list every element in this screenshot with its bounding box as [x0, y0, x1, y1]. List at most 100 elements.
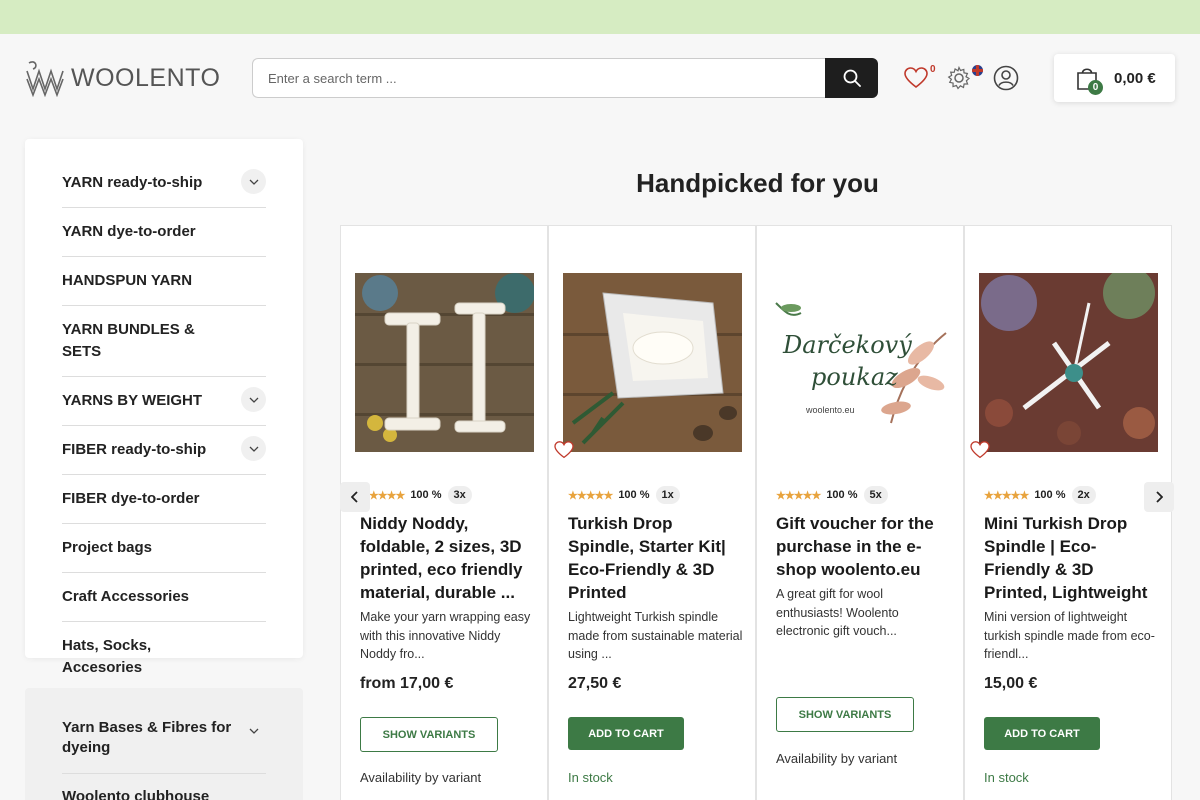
- sidebar-item-label: YARN dye-to-order: [62, 223, 196, 240]
- product-price: from 17,00 €: [360, 675, 454, 692]
- sidebar-item-yarn-ready-to-ship[interactable]: YARN ready-to-ship: [62, 159, 266, 208]
- top-banner: [0, 0, 1200, 34]
- product-title[interactable]: Gift voucher for the purchase in the e-s…: [776, 512, 951, 581]
- sidebar-item-label: HANDSPUN YARN: [62, 272, 193, 289]
- sidebar-item-yarn-bases[interactable]: Yarn Bases & Fibres for dyeing: [62, 708, 266, 774]
- carousel-prev-button[interactable]: [340, 482, 370, 512]
- rating: ★★★★★ 100 % 1x: [568, 486, 680, 504]
- search-bar: [252, 58, 878, 98]
- sidebar-item-hats-socks[interactable]: Hats, Socks, Accesories: [62, 622, 266, 693]
- rating-percent: 100 %: [826, 489, 858, 501]
- chevron-right-icon: [1156, 491, 1163, 503]
- sidebar-item-fiber-dye-to-order[interactable]: FIBER dye-to-order: [62, 475, 266, 524]
- rating-percent: 100 %: [1034, 489, 1066, 501]
- rating-count: 2x: [1071, 486, 1096, 504]
- star-rating-icon: ★★★★★: [984, 489, 1029, 502]
- show-variants-button[interactable]: SHOW VARIANTS: [776, 697, 914, 732]
- add-to-wishlist-button[interactable]: [554, 441, 574, 464]
- sidebar-item-fiber-ready-to-ship[interactable]: FIBER ready-to-ship: [62, 426, 266, 475]
- product-card[interactable]: Darčekový poukaz woolento.eu ★★★★★ 100 %…: [756, 225, 964, 800]
- sidebar-item-yarn-bundles[interactable]: YARN BUNDLES & SETS: [62, 306, 266, 377]
- search-icon: [843, 69, 861, 87]
- add-to-cart-button[interactable]: ADD TO CART: [984, 717, 1100, 750]
- sidebar-item-label: FIBER dye-to-order: [62, 490, 200, 507]
- chevron-down-icon[interactable]: [241, 387, 266, 412]
- account-button[interactable]: [992, 64, 1020, 92]
- logo-mark-icon: [26, 61, 64, 97]
- product-card[interactable]: ★★★★★ 100 % 1x Turkish Drop Spindle, Sta…: [548, 225, 756, 800]
- sidebar-item-project-bags[interactable]: Project bags: [62, 524, 266, 573]
- sidebar-item-label: YARNS BY WEIGHT: [62, 392, 203, 409]
- sidebar-item-label: YARN ready-to-ship: [62, 174, 203, 191]
- gift-voucher-image[interactable]: Darčekový poukaz woolento.eu: [771, 273, 950, 452]
- sidebar-item-label: Project bags: [62, 539, 153, 556]
- sidebar-item-craft-accessories[interactable]: Craft Accessories: [62, 573, 266, 622]
- add-to-wishlist-button[interactable]: [970, 441, 990, 464]
- product-price: 15,00 €: [984, 675, 1038, 692]
- rating: ★★★★★ 100 % 3x: [360, 486, 472, 504]
- spindle-kit-photo[interactable]: [563, 273, 742, 452]
- header: WOOLENTO 0 0: [0, 34, 1200, 124]
- product-title[interactable]: Mini Turkish Drop Spindle | Eco-Friendly…: [984, 512, 1159, 604]
- section-title: Handpicked for you: [636, 168, 879, 198]
- sidebar-item-label: Yarn Bases & Fibres for dyeing: [62, 719, 232, 756]
- gear-icon: [947, 66, 971, 90]
- sidebar-item-yarn-dye-to-order[interactable]: YARN dye-to-order: [62, 208, 266, 257]
- sidebar-item-label: Craft Accessories: [62, 588, 190, 605]
- secondary-sidebar: Yarn Bases & Fibres for dyeing Woolento …: [25, 688, 303, 800]
- chevron-down-icon[interactable]: [241, 436, 266, 461]
- sidebar-item-label: Hats, Socks, Accesories: [62, 637, 152, 676]
- product-card[interactable]: ★★★★★ 100 % 2x Mini Turkish Drop Spindle…: [964, 225, 1172, 800]
- niddy-noddy-photo[interactable]: [355, 273, 534, 452]
- cart-button[interactable]: 0 0,00 €: [1054, 54, 1175, 102]
- product-description: Lightweight Turkish spindle made from su…: [568, 610, 743, 661]
- wishlist-button[interactable]: [902, 64, 930, 92]
- carousel-next-button[interactable]: [1144, 482, 1174, 512]
- heart-icon: [904, 67, 928, 89]
- chevron-left-icon: [351, 491, 358, 503]
- star-rating-icon: ★★★★★: [776, 489, 821, 502]
- product-carousel: ★★★★★ 100 % 3x Niddy Noddy, foldable, 2 …: [340, 225, 1175, 800]
- voucher-site-text: woolento.eu: [805, 405, 855, 415]
- sidebar-item-clubhouse[interactable]: Woolento clubhouse: [62, 774, 266, 800]
- search-button[interactable]: [825, 58, 878, 98]
- sidebar-item-yarns-by-weight[interactable]: YARNS BY WEIGHT: [62, 377, 266, 426]
- product-title[interactable]: Niddy Noddy, foldable, 2 sizes, 3D print…: [360, 512, 535, 604]
- sidebar-item-handspun-yarn[interactable]: HANDSPUN YARN: [62, 257, 266, 306]
- sidebar-item-label: Woolento clubhouse: [62, 788, 210, 800]
- rating-percent: 100 %: [410, 489, 442, 501]
- cart-count-badge: 0: [1088, 80, 1103, 95]
- availability: Availability by variant: [776, 751, 898, 766]
- settings-button[interactable]: [945, 64, 973, 92]
- logo-text: WOOLENTO: [71, 63, 221, 92]
- availability: Availability by variant: [360, 770, 482, 785]
- rating-count: 5x: [863, 486, 888, 504]
- show-variants-button[interactable]: SHOW VARIANTS: [360, 717, 498, 752]
- chevron-down-icon[interactable]: [241, 169, 266, 194]
- product-card[interactable]: ★★★★★ 100 % 3x Niddy Noddy, foldable, 2 …: [340, 225, 548, 800]
- wishlist-count: 0: [930, 64, 936, 75]
- cart-total: 0,00 €: [1114, 69, 1156, 87]
- availability: In stock: [568, 770, 613, 785]
- language-flag-icon[interactable]: [972, 65, 983, 76]
- product-title[interactable]: Turkish Drop Spindle, Starter Kit| Eco-F…: [568, 512, 743, 604]
- voucher-title-text: Darčekový: [782, 331, 912, 359]
- sidebar-item-label: FIBER ready-to-ship: [62, 441, 207, 458]
- add-to-cart-button[interactable]: ADD TO CART: [568, 717, 684, 750]
- rating: ★★★★★ 100 % 2x: [984, 486, 1096, 504]
- rating-percent: 100 %: [618, 489, 650, 501]
- product-description: Make your yarn wrapping easy with this i…: [360, 610, 531, 661]
- heart-icon: [970, 441, 990, 459]
- rating-count: 1x: [655, 486, 680, 504]
- category-sidebar: YARN ready-to-ship YARN dye-to-order HAN…: [25, 139, 303, 693]
- sidebar-item-label: YARN BUNDLES & SETS: [62, 321, 195, 360]
- rating-count: 3x: [447, 486, 472, 504]
- product-price: 27,50 €: [568, 675, 622, 692]
- mini-spindle-photo[interactable]: [979, 273, 1158, 452]
- heart-icon: [554, 441, 574, 459]
- product-description: Mini version of lightweight turkish spin…: [984, 610, 1155, 661]
- search-input[interactable]: [252, 58, 825, 98]
- chevron-down-icon[interactable]: [241, 718, 266, 743]
- star-rating-icon: ★★★★★: [568, 489, 613, 502]
- logo[interactable]: WOOLENTO: [25, 59, 220, 97]
